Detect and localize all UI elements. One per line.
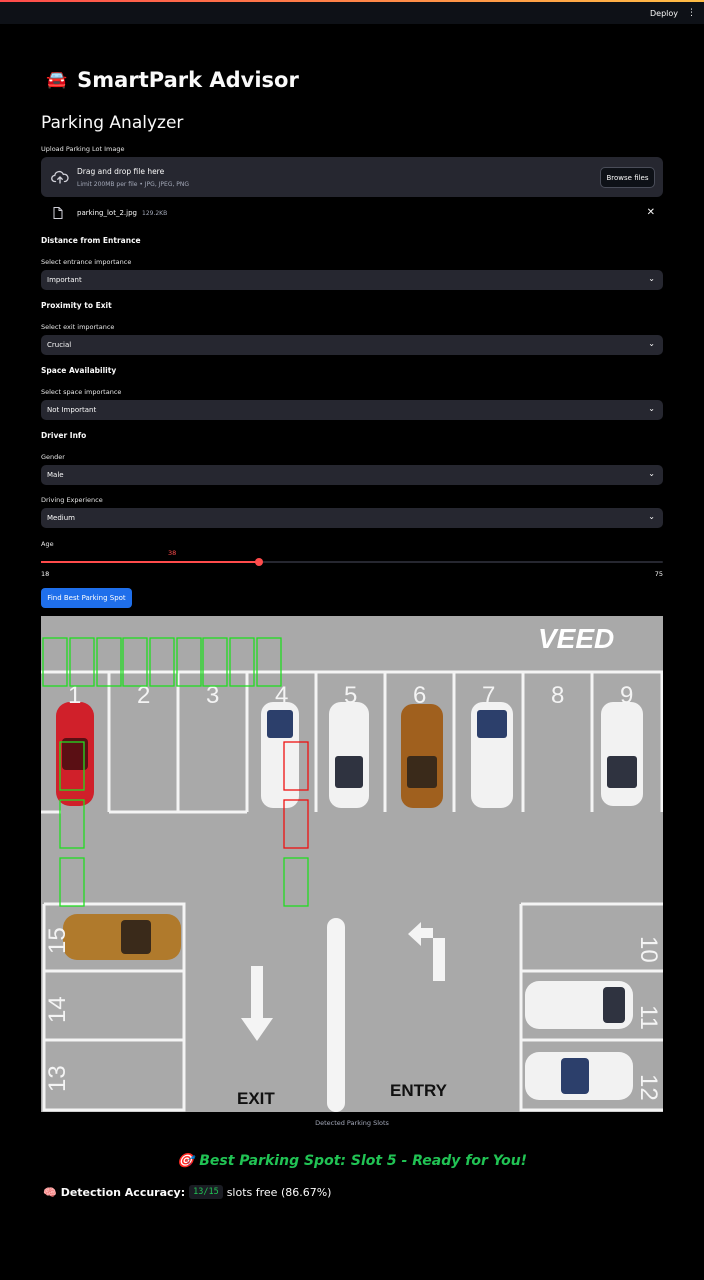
slot-number: 9: [620, 682, 633, 709]
gender-label: Gender: [41, 453, 65, 461]
age-slider-track[interactable]: [41, 561, 663, 563]
slot-number: 15: [44, 927, 71, 954]
age-slider-fill: [41, 561, 260, 563]
chevron-down-icon: ⌄: [648, 512, 655, 521]
age-min: 18: [41, 570, 50, 578]
upload-cloud-icon: [51, 170, 69, 184]
file-size: 129.2KB: [142, 210, 168, 217]
exit-select[interactable]: Crucial ⌄: [41, 335, 663, 355]
gender-select-value: Male: [47, 471, 64, 479]
entrance-select[interactable]: Important ⌄: [41, 270, 663, 290]
dropzone-limit: Limit 200MB per file • JPG, JPEG, PNG: [77, 181, 190, 188]
cars-top-row: [56, 702, 643, 808]
experience-select[interactable]: Medium ⌄: [41, 508, 663, 528]
slot-number: 5: [344, 682, 357, 709]
file-dropzone[interactable]: Drag and drop file here Limit 200MB per …: [41, 157, 663, 197]
remove-file-icon[interactable]: ✕: [647, 207, 655, 218]
space-select[interactable]: Not Important ⌄: [41, 400, 663, 420]
slot-number: 13: [44, 1065, 71, 1092]
cars-bottom: [63, 914, 633, 1100]
age-slider-value: 38: [168, 549, 177, 557]
kebab-menu-icon[interactable]: ⋮: [687, 8, 696, 18]
accuracy-rest: slots free (86.67%): [226, 1185, 332, 1199]
image-caption: Detected Parking Slots: [315, 1119, 389, 1127]
driver-heading: Driver Info: [41, 431, 87, 440]
car-icon: 🚘: [46, 70, 68, 90]
parking-lot-drawing: 123456789 101112 151413 EXIT ENTRY VEED: [41, 623, 663, 1112]
file-name: parking_lot_2.jpg: [77, 209, 137, 217]
chevron-down-icon: ⌄: [648, 274, 655, 283]
experience-select-value: Medium: [47, 514, 75, 522]
entrance-label: Select entrance importance: [41, 258, 132, 266]
app-header: Deploy ⋮: [0, 2, 704, 24]
veed-watermark: VEED: [538, 623, 614, 654]
slot-number: 11: [635, 1005, 662, 1030]
slot-number: 8: [551, 682, 564, 709]
space-label: Select space importance: [41, 388, 122, 396]
slot-numbers-right: 10 11 12: [635, 936, 662, 1101]
exit-arrow-icon: [241, 966, 273, 1041]
detection-accuracy: 🧠 Detection Accuracy: 13/15 slots free (…: [43, 1185, 331, 1199]
chevron-down-icon: ⌄: [648, 339, 655, 348]
dropzone-text: Drag and drop file here: [77, 167, 165, 176]
chevron-down-icon: ⌄: [648, 404, 655, 413]
brain-icon: 🧠: [43, 1185, 57, 1199]
uploader-label: Upload Parking Lot Image: [41, 145, 125, 153]
target-icon: 🎯: [176, 1153, 195, 1169]
slot-numbers-left: 15 14 13: [44, 927, 71, 1092]
exit-heading: Proximity to Exit: [41, 301, 112, 310]
space-heading: Space Availability: [41, 366, 117, 375]
accuracy-count: 13/15: [189, 1185, 223, 1199]
age-label: Age: [41, 540, 54, 548]
slot-number: 10: [635, 936, 662, 963]
best-spot-message: 🎯 Best Parking Spot: Slot 5 - Ready for …: [0, 1153, 704, 1169]
find-best-spot-button[interactable]: Find Best Parking Spot: [41, 588, 132, 608]
exit-label: Select exit importance: [41, 323, 115, 331]
exit-select-value: Crucial: [47, 341, 72, 349]
exit-label: EXIT: [237, 1089, 275, 1108]
experience-label: Driving Experience: [41, 496, 103, 504]
space-select-value: Not Important: [47, 406, 97, 414]
section-title: Parking Analyzer: [41, 113, 184, 133]
slot-number: 14: [44, 996, 71, 1023]
accuracy-label: Detection Accuracy:: [60, 1185, 186, 1199]
entry-arrow-icon: [408, 922, 445, 981]
app-title: SmartPark Advisor: [77, 68, 299, 92]
age-max: 75: [654, 570, 663, 578]
entry-label: ENTRY: [390, 1081, 448, 1100]
browse-files-button[interactable]: Browse files: [600, 167, 655, 188]
page-title: 🚘 SmartPark Advisor: [46, 68, 299, 92]
parking-lot-image: 123456789 10 11 12 15 14 13 EXIT ENTRY VEED: [41, 616, 663, 1112]
slot-number: 6: [413, 682, 426, 709]
entrance-heading: Distance from Entrance: [41, 236, 141, 245]
deploy-button[interactable]: Deploy: [650, 9, 678, 18]
file-icon: [53, 207, 63, 219]
gender-select[interactable]: Male ⌄: [41, 465, 663, 485]
chevron-down-icon: ⌄: [648, 469, 655, 478]
uploaded-file-row: parking_lot_2.jpg 129.2KB ✕: [53, 207, 663, 221]
slot-number: 12: [635, 1074, 662, 1101]
entrance-select-value: Important: [47, 276, 82, 284]
age-slider-thumb[interactable]: [255, 558, 264, 566]
best-spot-text: Best Parking Spot: Slot 5 - Ready for Yo…: [199, 1153, 528, 1169]
slot-number: 7: [482, 682, 495, 709]
center-divider: [327, 918, 345, 1112]
